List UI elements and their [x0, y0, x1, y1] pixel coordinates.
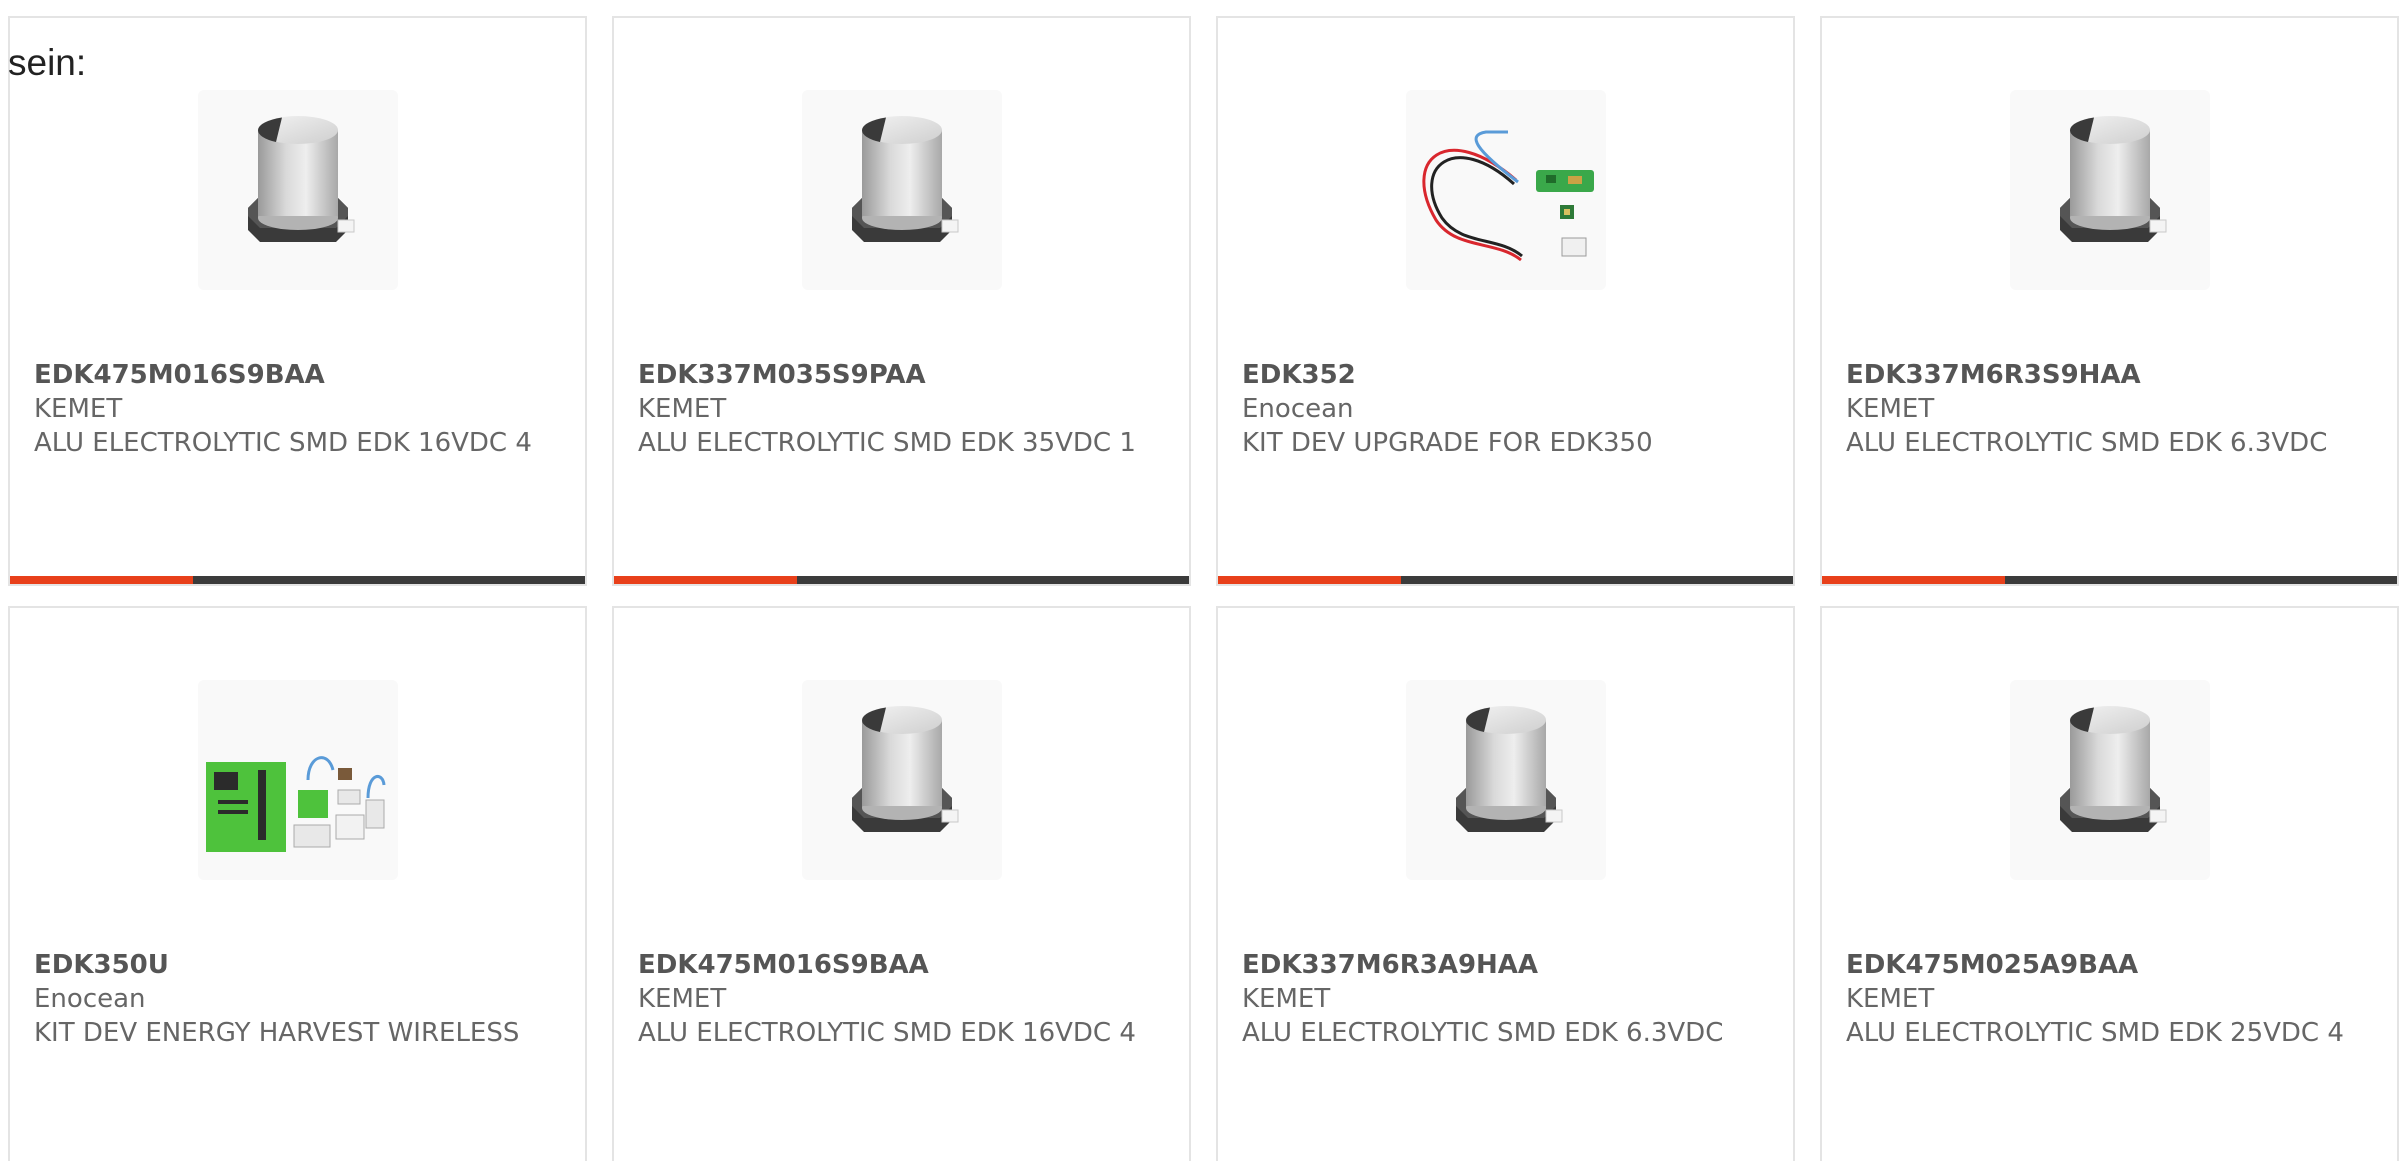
manufacturer: KEMET — [1242, 984, 1331, 1014]
capacitor-image — [801, 90, 1002, 290]
manufacturer: Enocean — [34, 984, 146, 1014]
dev-kit-upgrade-image — [1405, 90, 1606, 290]
product-card[interactable]: EDK475M016S9BAA KEMET ALU ELECTROLYTIC S… — [8, 16, 587, 586]
part-number[interactable]: EDK475M016S9BAA — [34, 358, 561, 392]
manufacturer: Enocean — [1242, 394, 1354, 424]
card-bottom-bar — [1218, 576, 1793, 584]
manufacturer: KEMET — [1846, 984, 1935, 1014]
product-card[interactable]: EDK475M016S9BAA KEMET ALU ELECTROLYTIC S… — [612, 606, 1191, 1161]
manufacturer: KEMET — [34, 394, 123, 424]
part-number[interactable]: EDK352 — [1242, 358, 1769, 392]
product-card[interactable]: EDK350U Enocean KIT DEV ENERGY HARVEST W… — [8, 606, 587, 1161]
capacitor-image — [2009, 680, 2210, 880]
part-number[interactable]: EDK337M6R3S9HAA — [1846, 358, 2373, 392]
description: ALU ELECTROLYTIC SMD EDK 6.3VDC — [1242, 1018, 1724, 1048]
capacitor-image — [801, 680, 1002, 880]
part-number[interactable]: EDK350U — [34, 948, 561, 982]
product-card[interactable]: EDK475M025A9BAA KEMET ALU ELECTROLYTIC S… — [1820, 606, 2399, 1161]
capacitor-image — [197, 90, 398, 290]
description: KIT DEV UPGRADE FOR EDK350 — [1242, 428, 1653, 458]
product-card[interactable]: EDK337M6R3S9HAA KEMET ALU ELECTROLYTIC S… — [1820, 16, 2399, 586]
capacitor-image — [2009, 90, 2210, 290]
card-bottom-bar — [10, 576, 585, 584]
manufacturer: KEMET — [638, 394, 727, 424]
description: ALU ELECTROLYTIC SMD EDK 6.3VDC — [1846, 428, 2328, 458]
product-card[interactable]: EDK352 Enocean KIT DEV UPGRADE FOR EDK35… — [1216, 16, 1795, 586]
dev-kit-board-image — [197, 680, 398, 880]
part-number[interactable]: EDK475M025A9BAA — [1846, 948, 2373, 982]
card-accent-strip — [1822, 576, 2005, 584]
card-accent-strip — [1218, 576, 1401, 584]
manufacturer: KEMET — [1846, 394, 1935, 424]
card-bottom-bar — [1822, 576, 2397, 584]
capacitor-image — [1405, 680, 1606, 880]
description: KIT DEV ENERGY HARVEST WIRELESS — [34, 1018, 520, 1048]
card-accent-strip — [10, 576, 193, 584]
product-card[interactable]: EDK337M035S9PAA KEMET ALU ELECTROLYTIC S… — [612, 16, 1191, 586]
card-bottom-bar — [614, 576, 1189, 584]
manufacturer: KEMET — [638, 984, 727, 1014]
card-accent-strip — [614, 576, 797, 584]
product-grid-page: sein: EDK475M016S9BAA KEMET ALU ELECTROL… — [0, 0, 2400, 1161]
description: ALU ELECTROLYTIC SMD EDK 35VDC 1 — [638, 428, 1136, 458]
part-number[interactable]: EDK337M035S9PAA — [638, 358, 1165, 392]
product-card[interactable]: EDK337M6R3A9HAA KEMET ALU ELECTROLYTIC S… — [1216, 606, 1795, 1161]
intro-text: sein: — [8, 42, 87, 83]
description: ALU ELECTROLYTIC SMD EDK 16VDC 4 — [638, 1018, 1136, 1048]
description: ALU ELECTROLYTIC SMD EDK 16VDC 4 — [34, 428, 532, 458]
description: ALU ELECTROLYTIC SMD EDK 25VDC 4 — [1846, 1018, 2344, 1048]
part-number[interactable]: EDK475M016S9BAA — [638, 948, 1165, 982]
part-number[interactable]: EDK337M6R3A9HAA — [1242, 948, 1769, 982]
